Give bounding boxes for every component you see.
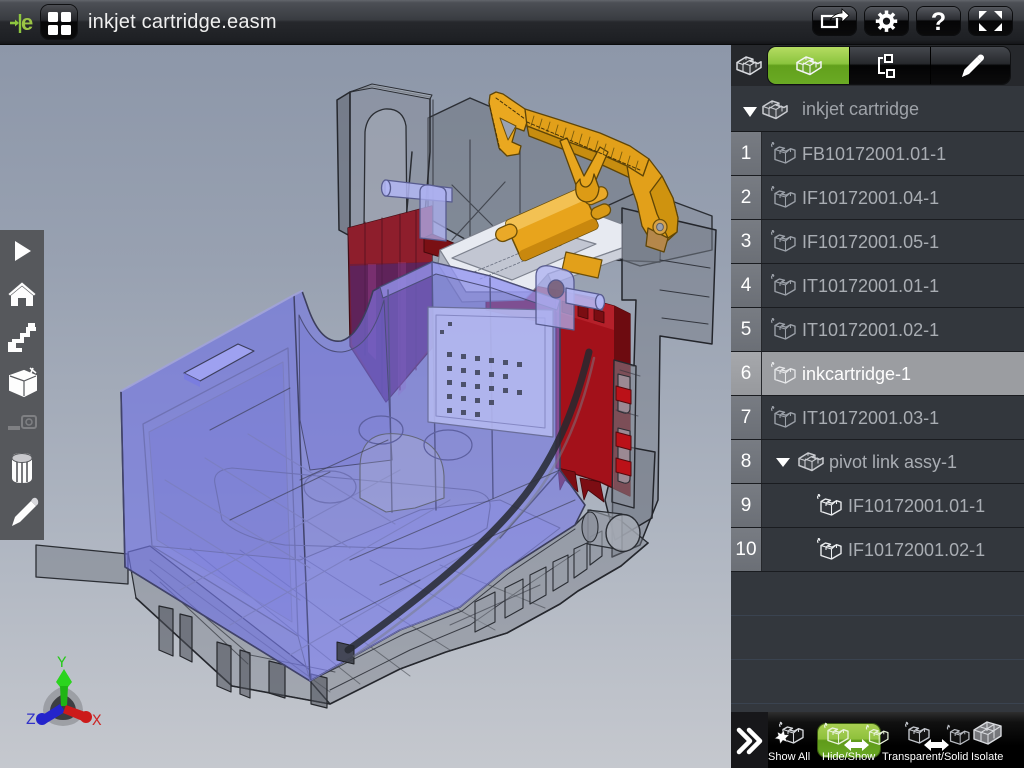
svg-text:?: ? (931, 8, 946, 35)
svg-text:e: e (21, 10, 33, 35)
svg-text:Z: Z (26, 711, 36, 729)
svg-text:Y: Y (57, 654, 67, 672)
svg-text:X: X (92, 712, 102, 730)
